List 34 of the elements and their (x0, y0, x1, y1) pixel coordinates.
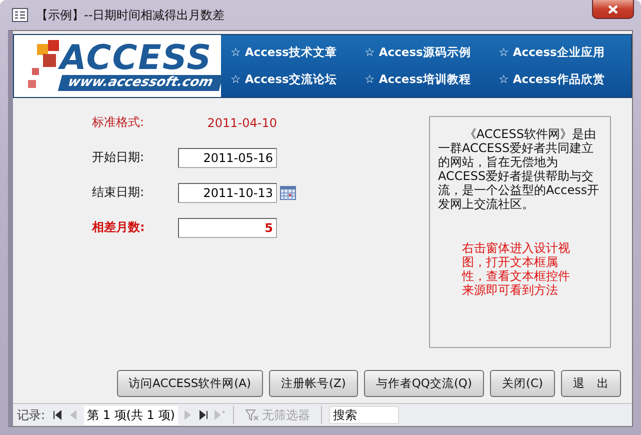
date-field[interactable]: 2011-10-13 (178, 182, 277, 202)
banner-link[interactable]: ☆ Access源码示例 (364, 45, 499, 60)
banner-link[interactable]: ☆ Access企业应用 (498, 45, 633, 60)
window-title: 【示例】--日期时间相减得出月数差 (36, 6, 225, 24)
close-icon (608, 4, 618, 14)
logo[interactable]: ACCESS www.accessoft.com (14, 35, 221, 97)
banner-link[interactable]: ☆ Access交流论坛 (230, 72, 365, 87)
action-button[interactable]: 注册帐号(Z) (268, 370, 358, 397)
hint-text: 右击窗体进入设计视图，打开文本框属性，查看文本框控件来源即可看到方法 (462, 241, 571, 297)
field-label: 结束日期: (92, 184, 146, 201)
action-button[interactable]: 退 出 (561, 370, 621, 397)
filter-icon (244, 409, 259, 421)
action-button[interactable]: 访问ACCESS软件网(A) (116, 370, 263, 397)
calendar-icon[interactable] (280, 186, 296, 200)
field-label: 相差月数: (92, 219, 146, 236)
date-field[interactable]: 2011-05-16 (178, 148, 277, 168)
form-icon (12, 8, 28, 22)
action-button[interactable]: 关闭(C) (490, 370, 555, 397)
description-text: 《ACCESS软件网》是由一群ACCESS爱好者共同建立的网站，旨在无偿地为ACCESS爱好者提供帮助与交流，是一个公益型的Access开发网上交流社区。 (438, 127, 600, 211)
close-button[interactable] (592, 0, 634, 19)
format-value: 2011-04-10 (206, 116, 277, 130)
record-position-field[interactable]: 第 1 项(共 1 项) (84, 406, 178, 424)
logo-url: www.accessoft.com (58, 75, 223, 91)
logo-text: ACCESS (60, 41, 212, 75)
banner-link[interactable]: ☆ Access培训教程 (364, 72, 499, 87)
record-label: 记录: (17, 406, 46, 424)
date-field[interactable]: 5 (178, 218, 277, 238)
banner-link[interactable]: ☆ Access技术文章 (230, 45, 365, 60)
field-label: 标准格式: (92, 114, 146, 131)
action-button[interactable]: 与作者QQ交流(Q) (364, 370, 484, 397)
last-record-icon[interactable] (196, 409, 210, 421)
search-field[interactable]: 搜索 (328, 406, 399, 424)
field-label: 开始日期: (92, 149, 146, 166)
banner-link[interactable]: ☆ Access作品欣赏 (498, 72, 633, 87)
